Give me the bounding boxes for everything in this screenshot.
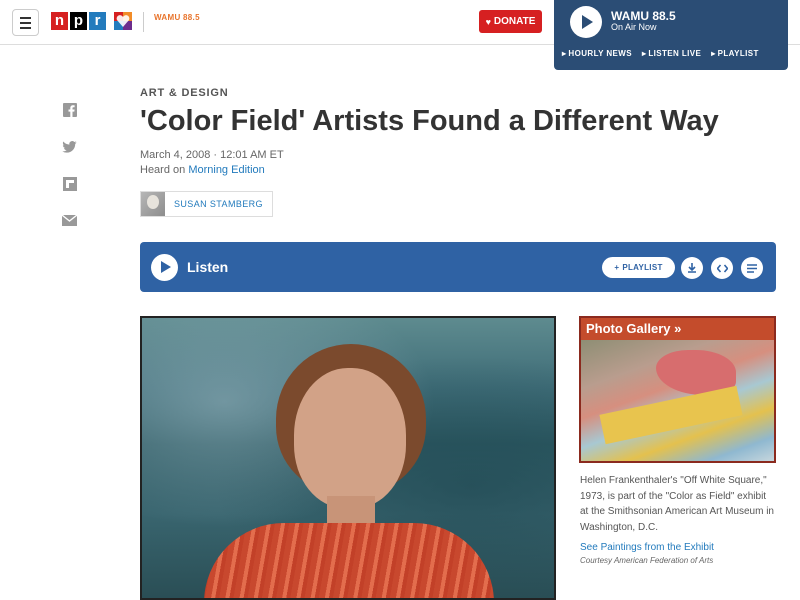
heard-on: Heard on Morning Edition bbox=[140, 164, 265, 176]
flipboard-icon[interactable] bbox=[62, 176, 77, 191]
site-header: n p r WAMU 88.5 ♥ DONATE WAMU 88.5 On Ai… bbox=[0, 0, 800, 70]
facebook-icon[interactable] bbox=[62, 102, 77, 117]
hourly-news-link[interactable]: HOURLY NEWS bbox=[562, 49, 632, 58]
donate-button[interactable]: ♥ DONATE bbox=[479, 10, 542, 33]
heart-icon: ♥ bbox=[485, 16, 491, 27]
email-icon[interactable] bbox=[62, 213, 77, 228]
npr-logo[interactable]: n p r bbox=[51, 12, 106, 30]
photo-subject-face bbox=[294, 368, 406, 508]
station-name: WAMU 88.5 bbox=[611, 9, 676, 23]
photo-subject-shirt bbox=[204, 523, 494, 598]
play-audio-icon[interactable] bbox=[151, 254, 178, 281]
npr-logo-p: p bbox=[70, 12, 87, 30]
menu-icon-line bbox=[20, 26, 31, 29]
menu-button[interactable] bbox=[12, 9, 39, 36]
download-icon[interactable] bbox=[681, 257, 703, 279]
menu-icon-line bbox=[20, 21, 31, 24]
heard-on-prefix: Heard on bbox=[140, 164, 189, 176]
transcript-icon[interactable] bbox=[741, 257, 763, 279]
menu-icon-line bbox=[20, 16, 31, 19]
embed-icon[interactable] bbox=[711, 257, 733, 279]
add-to-playlist-button[interactable]: + PLAYLIST bbox=[602, 257, 675, 278]
playlist-button-label: PLAYLIST bbox=[622, 263, 663, 272]
gallery-caption: Helen Frankenthaler's "Off White Square,… bbox=[580, 475, 774, 533]
player-links: HOURLY NEWS LISTEN LIVE PLAYLIST bbox=[562, 49, 759, 58]
image-credit: Courtesy American Federation of Arts bbox=[580, 556, 714, 565]
listen-live-link[interactable]: LISTEN LIVE bbox=[642, 49, 701, 58]
listen-bar: Listen + PLAYLIST bbox=[140, 242, 776, 292]
npr-logo-n: n bbox=[51, 12, 68, 30]
share-rail bbox=[62, 102, 78, 250]
photo-gallery-thumbnail[interactable]: Photo Gallery » bbox=[579, 316, 776, 463]
author-byline[interactable]: SUSAN STAMBERG bbox=[140, 191, 273, 217]
play-live-icon[interactable] bbox=[570, 6, 602, 38]
listen-label[interactable]: Listen bbox=[187, 259, 228, 275]
donate-label: DONATE bbox=[493, 16, 536, 27]
gallery-painting-image bbox=[581, 340, 774, 461]
npr-logo-r: r bbox=[89, 12, 106, 30]
author-avatar bbox=[141, 192, 165, 216]
morning-edition-link[interactable]: Morning Edition bbox=[188, 164, 264, 176]
publish-date: March 4, 2008 · 12:01 AM ET bbox=[140, 149, 284, 161]
section-slug[interactable]: ART & DESIGN bbox=[140, 87, 228, 99]
see-paintings-link[interactable]: See Paintings from the Exhibit bbox=[580, 542, 714, 553]
page-title: 'Color Field' Artists Found a Different … bbox=[140, 105, 719, 137]
playlist-link[interactable]: PLAYLIST bbox=[711, 49, 759, 58]
live-radio-player: WAMU 88.5 On Air Now HOURLY NEWS LISTEN … bbox=[554, 0, 788, 70]
header-divider bbox=[143, 12, 144, 32]
npr-heart-icon[interactable] bbox=[114, 12, 132, 30]
on-air-status: On Air Now bbox=[611, 22, 657, 32]
plus-icon: + bbox=[614, 263, 620, 272]
wamu-logo-text: WAMU 88.5 bbox=[154, 13, 200, 22]
author-name[interactable]: SUSAN STAMBERG bbox=[165, 199, 272, 209]
twitter-icon[interactable] bbox=[62, 139, 77, 154]
wamu-logo[interactable]: WAMU 88.5 bbox=[154, 13, 200, 22]
photo-gallery-title: Photo Gallery » bbox=[586, 321, 682, 336]
article-main-photo bbox=[140, 316, 556, 600]
